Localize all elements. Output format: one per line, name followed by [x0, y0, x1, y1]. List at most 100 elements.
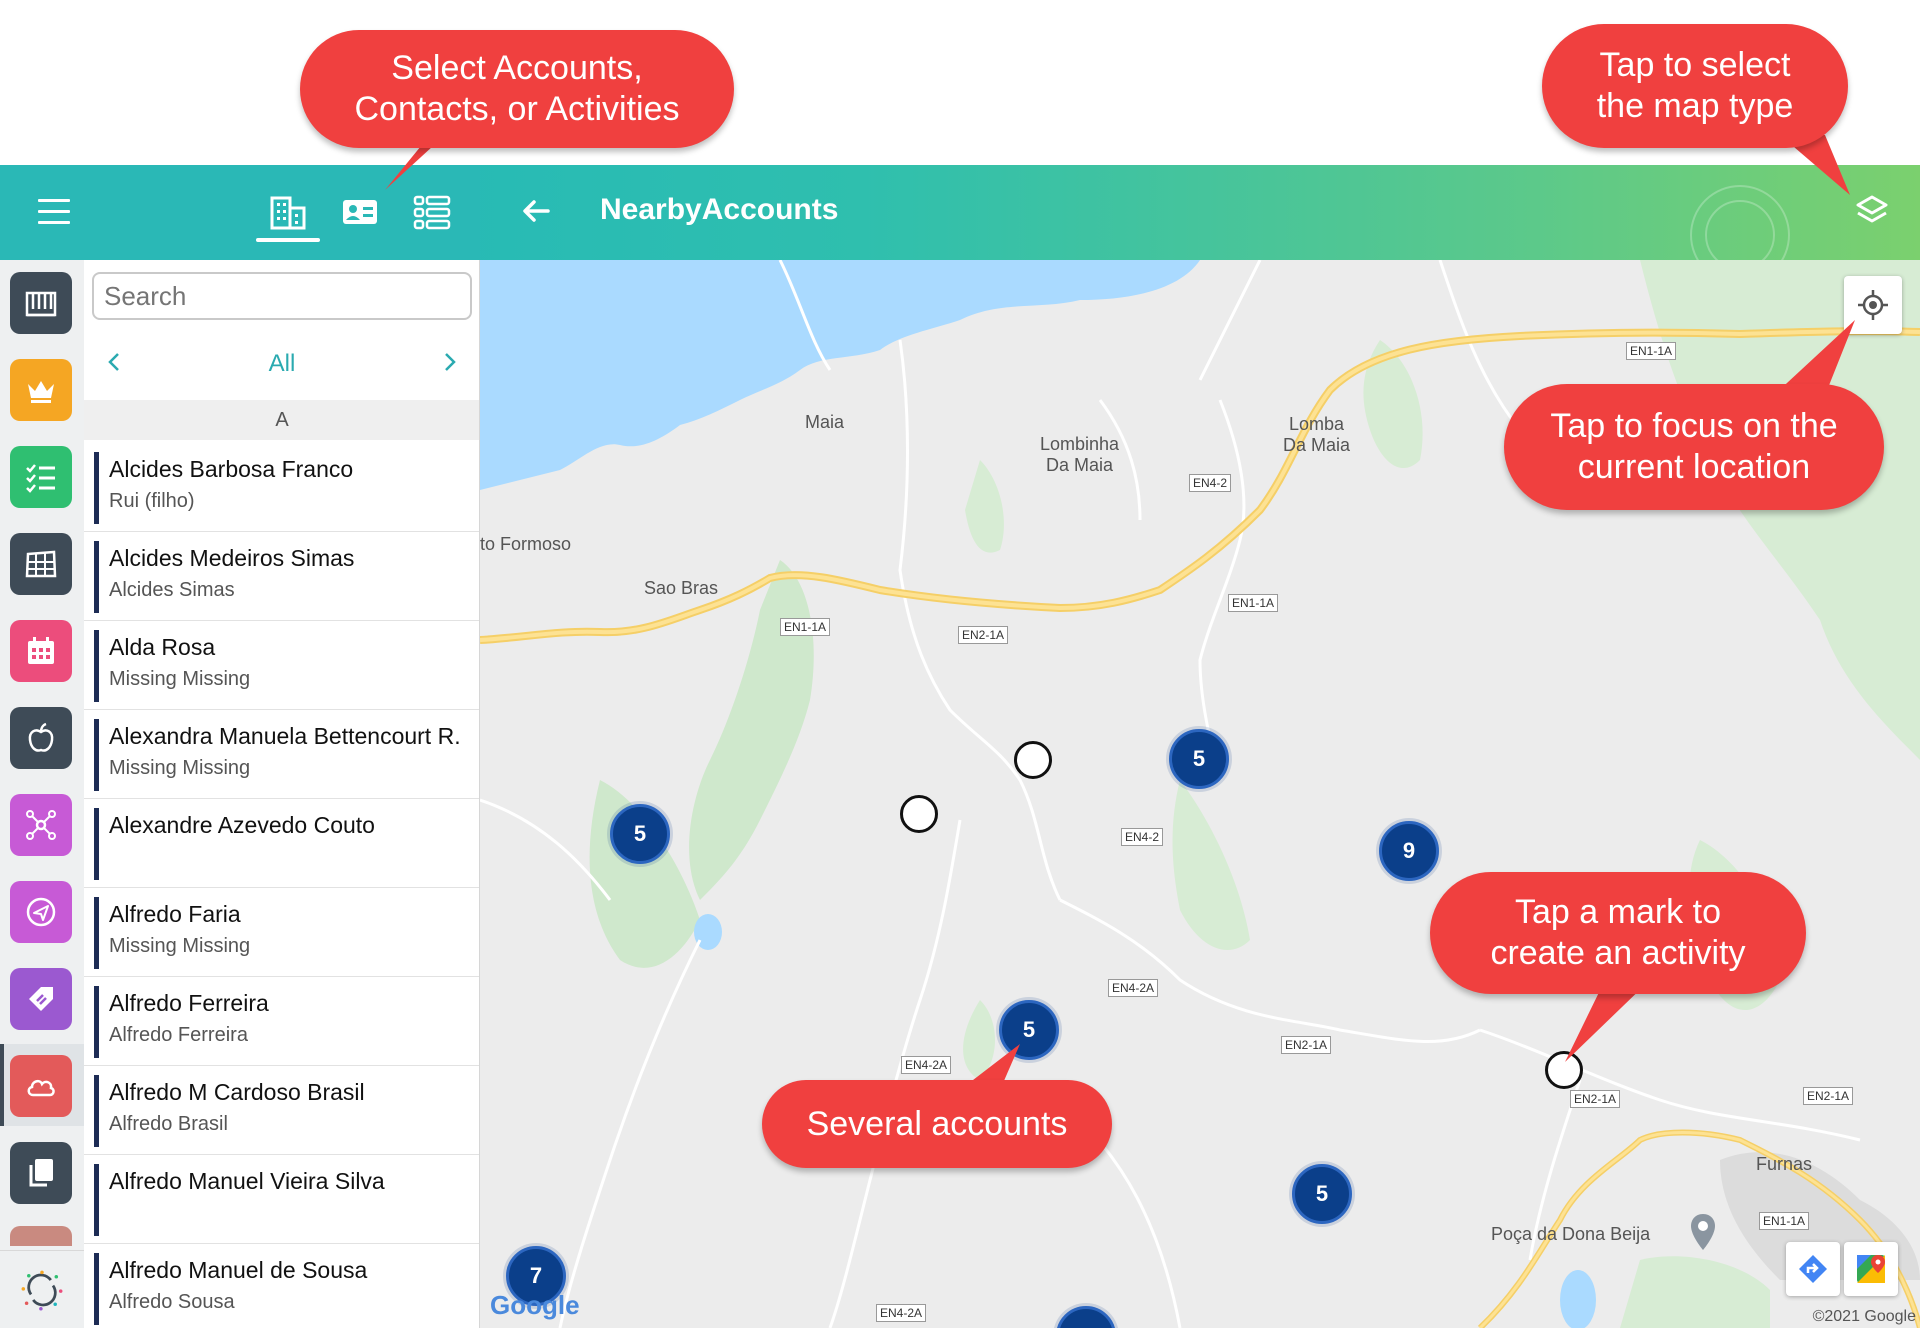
- row-accent-bar: [94, 897, 99, 969]
- road-label: EN1-1A: [1626, 342, 1677, 360]
- list-item[interactable]: Alfredo M Cardoso Brasil Alfredo Brasil: [84, 1067, 479, 1155]
- rail-item-documents[interactable]: [10, 1142, 72, 1204]
- directions-icon: [1799, 1255, 1827, 1283]
- account-list-panel: All A Alcides Barbosa Franco Rui (filho)…: [84, 260, 480, 1328]
- rail-item-grid[interactable]: [10, 533, 72, 595]
- account-marker[interactable]: [1545, 1051, 1583, 1089]
- account-marker[interactable]: [900, 795, 938, 833]
- sync-button[interactable]: [0, 1250, 84, 1328]
- filter-label[interactable]: All: [84, 350, 479, 378]
- open-google-maps-button[interactable]: [1844, 1242, 1898, 1296]
- contacts-tab[interactable]: [332, 185, 388, 239]
- rail-item-crown[interactable]: [10, 359, 72, 421]
- account-cluster-marker[interactable]: 5: [610, 804, 670, 864]
- search-input[interactable]: [92, 272, 472, 320]
- documents-icon: [29, 1159, 53, 1187]
- list-item[interactable]: Alfredo Manuel de Sousa Alfredo Sousa: [84, 1245, 479, 1328]
- account-name: Alfredo Ferreira: [109, 990, 269, 1016]
- list-item[interactable]: Alcides Barbosa Franco Rui (filho): [84, 444, 479, 532]
- module-rail: [0, 260, 84, 1328]
- road-label: EN4-2: [1121, 828, 1164, 846]
- road-label: EN1-1A: [780, 618, 831, 636]
- road-label: EN4-2A: [1108, 979, 1159, 997]
- list-item[interactable]: Alcides Medeiros Simas Alcides Simas: [84, 533, 479, 621]
- activities-tab[interactable]: [404, 185, 460, 239]
- map-copyright: ©2021 Google: [1812, 1308, 1916, 1325]
- row-accent-bar: [94, 452, 99, 524]
- account-name: Alcides Barbosa Franco: [109, 456, 354, 482]
- checklist-icon: [26, 464, 55, 493]
- list-item[interactable]: Alexandra Manuela Bettencourt R. Missing…: [84, 711, 479, 799]
- contacts-icon: [343, 200, 377, 224]
- account-cluster-marker[interactable]: 5: [1169, 729, 1229, 789]
- app-header: NearbyAccounts: [0, 165, 1920, 260]
- place-label-furnas: Furnas: [1756, 1154, 1813, 1174]
- accounts-icon: [270, 196, 306, 230]
- road-label: EN1-1A: [1759, 1212, 1810, 1230]
- list-item[interactable]: Alfredo Faria Missing Missing: [84, 889, 479, 977]
- rail-item-network[interactable]: [10, 794, 72, 856]
- road-label: EN2-1A: [1281, 1036, 1332, 1054]
- list-item[interactable]: Alexandre Azevedo Couto: [84, 800, 479, 888]
- place-label-formoso: to Formoso: [480, 534, 572, 554]
- grid-icon: [25, 550, 57, 578]
- account-cluster-marker[interactable]: 5: [999, 1000, 1059, 1060]
- row-accent-bar: [94, 1075, 99, 1147]
- rail-item-send[interactable]: [10, 881, 72, 943]
- place-label-lomba-da-maia: Lomba Da Maia: [1283, 414, 1351, 455]
- current-location-button[interactable]: [1844, 276, 1902, 334]
- section-header: A: [84, 400, 479, 440]
- road-label: EN2-1A: [1803, 1087, 1854, 1105]
- google-maps-icon: [1857, 1255, 1885, 1283]
- filter-bar: All: [84, 340, 479, 388]
- row-accent-bar: [94, 986, 99, 1058]
- callout-map-type: Tap to select the map type: [1542, 24, 1848, 148]
- rail-item-partial[interactable]: [10, 1226, 72, 1246]
- road-label: EN2-1A: [1570, 1090, 1621, 1108]
- piano-icon: [25, 291, 57, 317]
- account-name: Alda Rosa: [109, 634, 216, 660]
- list-item[interactable]: Alda Rosa Missing Missing: [84, 622, 479, 710]
- map-pin-icon[interactable]: [1688, 1212, 1718, 1252]
- accounts-tab[interactable]: [256, 185, 320, 242]
- account-cluster-marker[interactable]: 5: [1292, 1164, 1352, 1224]
- contact-name: Missing Missing: [109, 935, 251, 957]
- list-item[interactable]: Alfredo Manuel Vieira Silva: [84, 1156, 479, 1244]
- chevron-right-icon[interactable]: [434, 346, 466, 378]
- road-label: EN4-2A: [901, 1056, 952, 1074]
- rail-item-apple[interactable]: [10, 707, 72, 769]
- contact-name: Missing Missing: [109, 757, 251, 779]
- row-accent-bar: [94, 541, 99, 613]
- row-accent-bar: [94, 719, 99, 791]
- directions-button[interactable]: [1786, 1242, 1840, 1296]
- contact-name: Alcides Simas: [109, 579, 235, 601]
- road-label: EN2-1A: [958, 626, 1009, 644]
- menu-icon[interactable]: [38, 199, 70, 225]
- map-type-layers-icon[interactable]: [1852, 191, 1892, 231]
- tag-icon: [29, 987, 53, 1011]
- rail-item-piano[interactable]: [10, 272, 72, 334]
- row-accent-bar: [94, 1253, 99, 1325]
- rail-item-calendar[interactable]: [10, 620, 72, 682]
- account-name: Alcides Medeiros Simas: [109, 545, 355, 571]
- account-name: Alexandre Azevedo Couto: [109, 812, 375, 838]
- callout-several-accounts: Several accounts: [762, 1080, 1112, 1168]
- my-location-icon: [1858, 290, 1888, 320]
- account-marker[interactable]: [1014, 741, 1052, 779]
- back-arrow-icon[interactable]: [516, 191, 556, 231]
- contact-name: Alfredo Ferreira: [109, 1024, 248, 1046]
- rail-item-tag[interactable]: [10, 968, 72, 1030]
- crown-icon: [28, 381, 54, 403]
- account-name: Alfredo M Cardoso Brasil: [109, 1079, 365, 1105]
- rail-item-checklist[interactable]: [10, 446, 72, 508]
- page-title: NearbyAccounts: [600, 193, 839, 226]
- place-label-maia: Maia: [805, 412, 845, 432]
- sync-icon: [21, 1270, 63, 1310]
- apple-icon: [28, 722, 54, 752]
- place-label-sao-bras: Sao Bras: [644, 578, 719, 598]
- rail-item-cloud[interactable]: [10, 1055, 72, 1117]
- callout-select-tabs: Select Accounts, Contacts, or Activities: [300, 30, 734, 148]
- account-name: Alexandra Manuela Bettencourt R.: [109, 723, 461, 749]
- list-item[interactable]: Alfredo Ferreira Alfredo Ferreira: [84, 978, 479, 1066]
- account-cluster-marker[interactable]: 9: [1379, 821, 1439, 881]
